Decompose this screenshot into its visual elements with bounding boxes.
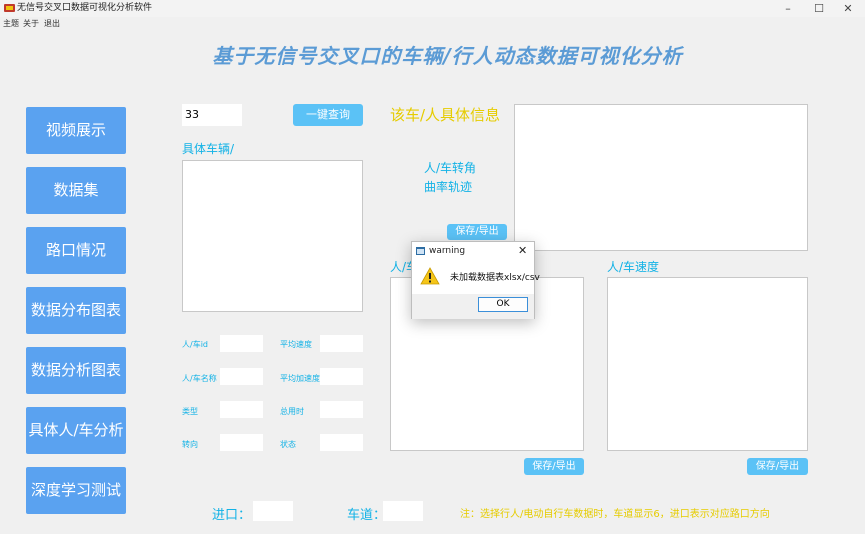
warning-dialog: warning ✕ 未加载数据表xlsx/csv OK	[411, 241, 540, 319]
dialog-body: 未加载数据表xlsx/csv	[412, 260, 540, 294]
field-avg-accel	[320, 368, 363, 385]
title-bar: 无信号交叉口数据可视化分析软件 – ☐ ✕	[0, 0, 865, 17]
speed-save-button[interactable]: 保存/导出	[747, 458, 808, 475]
dialog-footer: OK	[412, 294, 534, 319]
entrance-field	[253, 501, 293, 521]
nav-specific-analysis-button[interactable]: 具体人/车分析	[26, 407, 126, 454]
nav-intersection-button[interactable]: 路口情况	[26, 227, 126, 274]
menu-bar: 主题 关于 退出	[0, 17, 865, 31]
lane-label: 车道：	[347, 508, 387, 523]
field-label-name: 人/车名称	[182, 374, 217, 383]
minimize-button[interactable]: –	[771, 0, 805, 17]
field-label-type: 类型	[182, 407, 198, 416]
field-label-avg-accel: 平均加速度	[280, 374, 320, 383]
field-type	[220, 401, 263, 418]
field-label-status: 状态	[280, 440, 296, 449]
nav-deep-learning-button[interactable]: 深度学习测试	[26, 467, 126, 514]
turn-panel-label-2: 曲率轨迹	[424, 180, 473, 194]
dialog-app-icon	[416, 247, 425, 255]
field-label-avg-speed: 平均速度	[280, 340, 312, 349]
bottom-note: 注：选择行人/电动自行车数据时，车道显示6，进口表示对应路口方向	[460, 509, 770, 520]
dialog-close-button[interactable]: ✕	[518, 244, 527, 257]
app-icon	[4, 4, 15, 12]
query-button[interactable]: 一键查询	[293, 104, 363, 126]
turn-save-button[interactable]: 保存/导出	[447, 224, 507, 240]
ok-button[interactable]: OK	[478, 297, 528, 312]
turn-panel-label-1: 人/车转角	[424, 161, 477, 175]
vehicle-list-label: 具体车辆/	[182, 142, 235, 156]
warning-icon	[420, 267, 440, 285]
field-label-id: 人/车id	[182, 340, 208, 349]
vehicle-list[interactable]	[182, 160, 363, 312]
close-button[interactable]: ✕	[831, 0, 865, 17]
nav-dataset-button[interactable]: 数据集	[26, 167, 126, 214]
window-title: 无信号交叉口数据可视化分析软件	[17, 3, 153, 13]
turn-curvature-plot	[514, 104, 808, 251]
menu-exit[interactable]: 退出	[44, 18, 60, 30]
field-status	[320, 434, 363, 451]
speed-plot	[607, 277, 808, 451]
dialog-title: warning	[429, 246, 466, 256]
field-name	[220, 368, 263, 385]
field-label-turn: 转向	[182, 440, 198, 449]
trajectory-save-button[interactable]: 保存/导出	[524, 458, 584, 475]
field-total-time	[320, 401, 363, 418]
dialog-message: 未加载数据表xlsx/csv	[450, 273, 540, 283]
entrance-label: 进口：	[212, 508, 252, 523]
page-title: 基于无信号交叉口的车辆/行人动态数据可视化分析	[212, 44, 683, 68]
speed-panel-label: 人/车速度	[607, 260, 660, 274]
nav-analysis-chart-button[interactable]: 数据分析图表	[26, 347, 126, 394]
field-label-total-time: 总用时	[280, 407, 304, 416]
lane-field	[383, 501, 423, 521]
nav-distribution-chart-button[interactable]: 数据分布图表	[26, 287, 126, 334]
query-input[interactable]: 33	[182, 104, 242, 126]
menu-theme[interactable]: 主题	[3, 18, 19, 30]
field-turn	[220, 434, 263, 451]
info-panel-label: 该车/人具体信息	[390, 106, 501, 124]
field-avg-speed	[320, 335, 363, 352]
nav-video-button[interactable]: 视频展示	[26, 107, 126, 154]
menu-about[interactable]: 关于	[23, 18, 39, 30]
field-id	[220, 335, 263, 352]
